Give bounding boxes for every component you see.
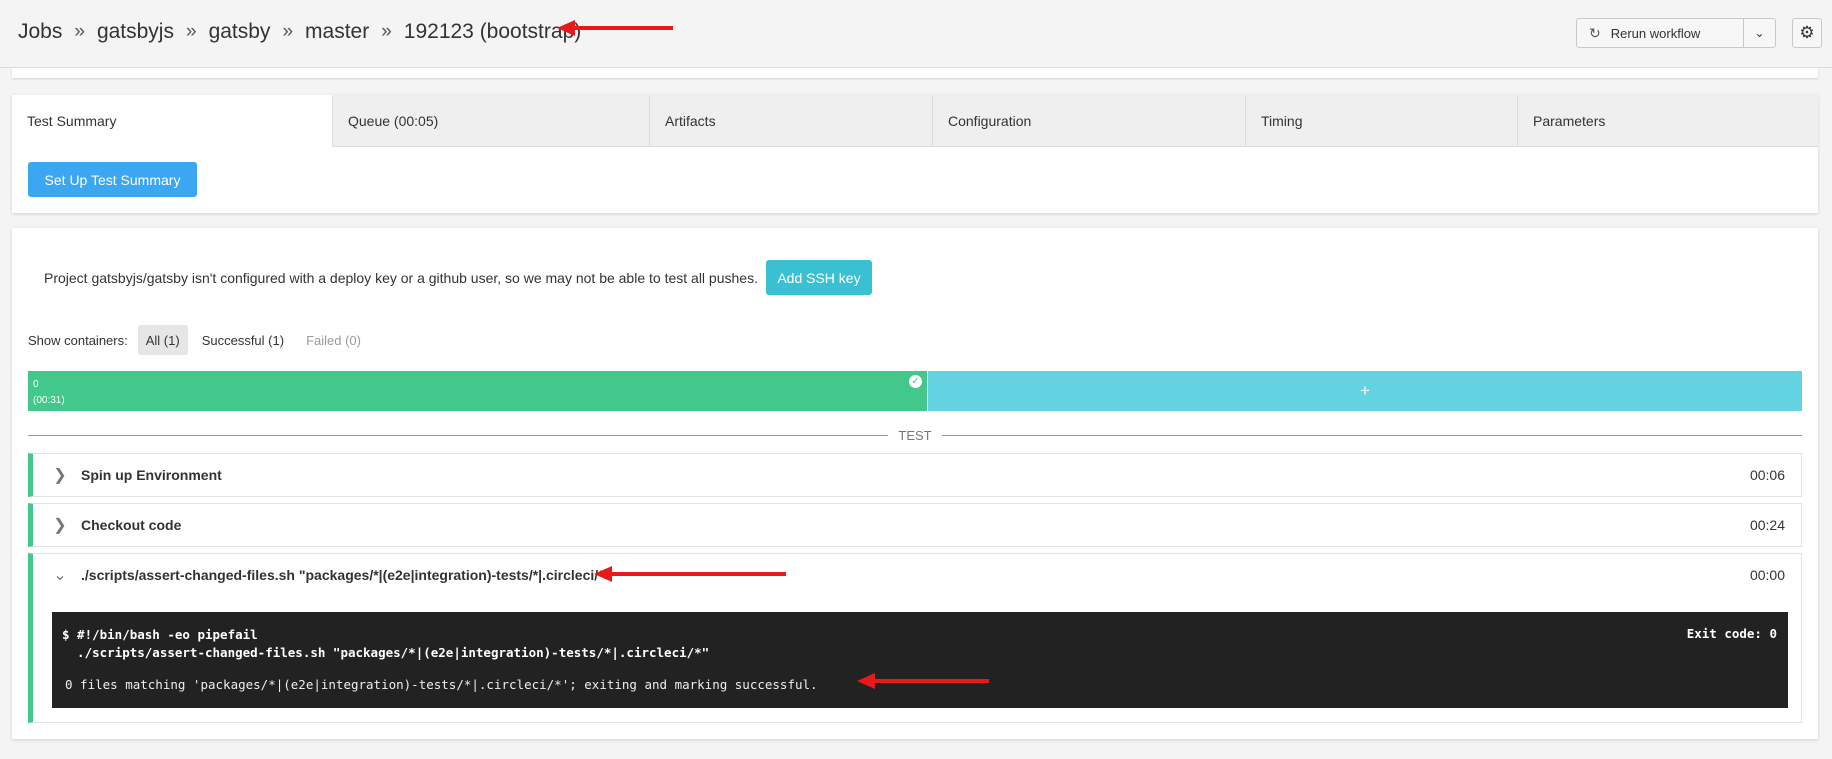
- chevron-right-icon: ❯: [53, 517, 67, 534]
- container-index: 0: [33, 379, 39, 390]
- section-divider: TEST: [28, 427, 1803, 443]
- tab-configuration[interactable]: Configuration: [932, 95, 1245, 147]
- step-checkout-code[interactable]: ❯ Checkout code 00:24: [28, 503, 1802, 547]
- step-name: ./scripts/assert-changed-files.sh "packa…: [81, 567, 611, 583]
- tab-queue[interactable]: Queue (00:05): [332, 95, 649, 147]
- container-0[interactable]: 0 (00:31) ✓: [28, 371, 927, 411]
- setup-test-summary-button[interactable]: Set Up Test Summary: [28, 162, 197, 197]
- exit-code: Exit code: 0: [1686, 626, 1777, 641]
- container-duration: (00:31): [33, 395, 65, 406]
- tab-test-summary[interactable]: Test Summary: [12, 95, 332, 147]
- step-header[interactable]: ❯ Spin up Environment 00:06: [33, 454, 1801, 496]
- breadcrumb-branch[interactable]: master: [305, 20, 369, 44]
- annotation-arrow: [857, 673, 989, 689]
- step-output-terminal: $ #!/bin/bash -eo pipefail ./scripts/ass…: [52, 612, 1788, 708]
- step-time: 00:24: [1749, 517, 1785, 533]
- step-header[interactable]: ❯ Checkout code 00:24: [33, 504, 1801, 546]
- tab-parameters[interactable]: Parameters: [1517, 95, 1818, 147]
- collapsed-card: [12, 68, 1818, 78]
- add-ssh-key-button[interactable]: Add SSH key: [765, 260, 872, 295]
- breadcrumb-org[interactable]: gatsbyjs: [97, 20, 174, 44]
- step-name: Checkout code: [81, 517, 182, 533]
- step-header[interactable]: ⌄ ./scripts/assert-changed-files.sh "pac…: [33, 554, 1801, 596]
- breadcrumb-job: 192123 (bootstrap): [403, 20, 582, 43]
- filter-failed[interactable]: Failed (0): [298, 325, 369, 355]
- breadcrumb-repo[interactable]: gatsby: [209, 20, 271, 44]
- chevron-down-icon: ⌄: [53, 567, 67, 584]
- container-filters: Show containers: All (1) Successful (1) …: [28, 325, 369, 355]
- chevron-down-icon: ⌄: [1754, 26, 1765, 40]
- breadcrumb-separator: »: [282, 21, 294, 42]
- refresh-icon: ↻: [1589, 24, 1601, 41]
- step-spin-up-environment[interactable]: ❯ Spin up Environment 00:06: [28, 453, 1802, 497]
- terminal-command: $ #!/bin/bash -eo pipefail ./scripts/ass…: [62, 626, 709, 662]
- terminal-output: 0 files matching 'packages/*|(e2e|integr…: [65, 677, 818, 692]
- annotation-arrow: [594, 566, 786, 582]
- step-assert-changed-files[interactable]: ⌄ ./scripts/assert-changed-files.sh "pac…: [28, 553, 1802, 723]
- step-time: 00:00: [1749, 567, 1785, 583]
- gear-icon: ⚙: [1799, 23, 1815, 42]
- chevron-right-icon: ❯: [53, 467, 67, 484]
- header-actions: ↻ Rerun workflow ⌄ ⚙: [1576, 18, 1832, 48]
- tab-timing[interactable]: Timing: [1245, 95, 1517, 147]
- rerun-workflow-button[interactable]: ↻ Rerun workflow: [1576, 18, 1744, 48]
- containers-label: Show containers:: [28, 332, 128, 348]
- notice-text: Project gatsbyjs/gatsby isn't configured…: [44, 269, 758, 286]
- breadcrumb-separator: »: [185, 21, 197, 42]
- build-details-card: Project gatsbyjs/gatsby isn't configured…: [12, 228, 1818, 739]
- tab-bar: Test Summary Queue (00:05) Artifacts Con…: [12, 95, 1818, 147]
- page-header: Jobs » gatsbyjs » gatsby » master » 1921…: [0, 0, 1832, 68]
- container-progress: 0 (00:31) ✓ +: [28, 371, 1802, 411]
- annotation-arrow: [557, 20, 673, 36]
- settings-button[interactable]: ⚙: [1792, 18, 1822, 48]
- command-line-1: $ #!/bin/bash -eo pipefail: [62, 627, 258, 642]
- breadcrumb-jobs[interactable]: Jobs: [18, 20, 62, 44]
- tab-artifacts[interactable]: Artifacts: [649, 95, 932, 147]
- filter-successful[interactable]: Successful (1): [194, 325, 292, 355]
- check-circle-icon: ✓: [909, 375, 922, 388]
- step-name: Spin up Environment: [81, 467, 222, 483]
- add-container-button[interactable]: +: [928, 371, 1802, 411]
- command-line-2: ./scripts/assert-changed-files.sh "packa…: [62, 645, 710, 660]
- section-label: TEST: [898, 427, 932, 443]
- breadcrumb-separator: »: [74, 21, 85, 42]
- rerun-options-button[interactable]: ⌄: [1744, 18, 1776, 48]
- breadcrumb: Jobs » gatsbyjs » gatsby » master » 1921…: [18, 20, 581, 44]
- step-time: 00:06: [1749, 467, 1785, 483]
- rerun-label: Rerun workflow: [1610, 25, 1701, 41]
- filter-all[interactable]: All (1): [137, 325, 188, 355]
- deploy-key-notice: Project gatsbyjs/gatsby isn't configured…: [44, 260, 872, 295]
- breadcrumb-separator: »: [381, 21, 392, 42]
- test-summary-card: Test Summary Queue (00:05) Artifacts Con…: [12, 95, 1818, 213]
